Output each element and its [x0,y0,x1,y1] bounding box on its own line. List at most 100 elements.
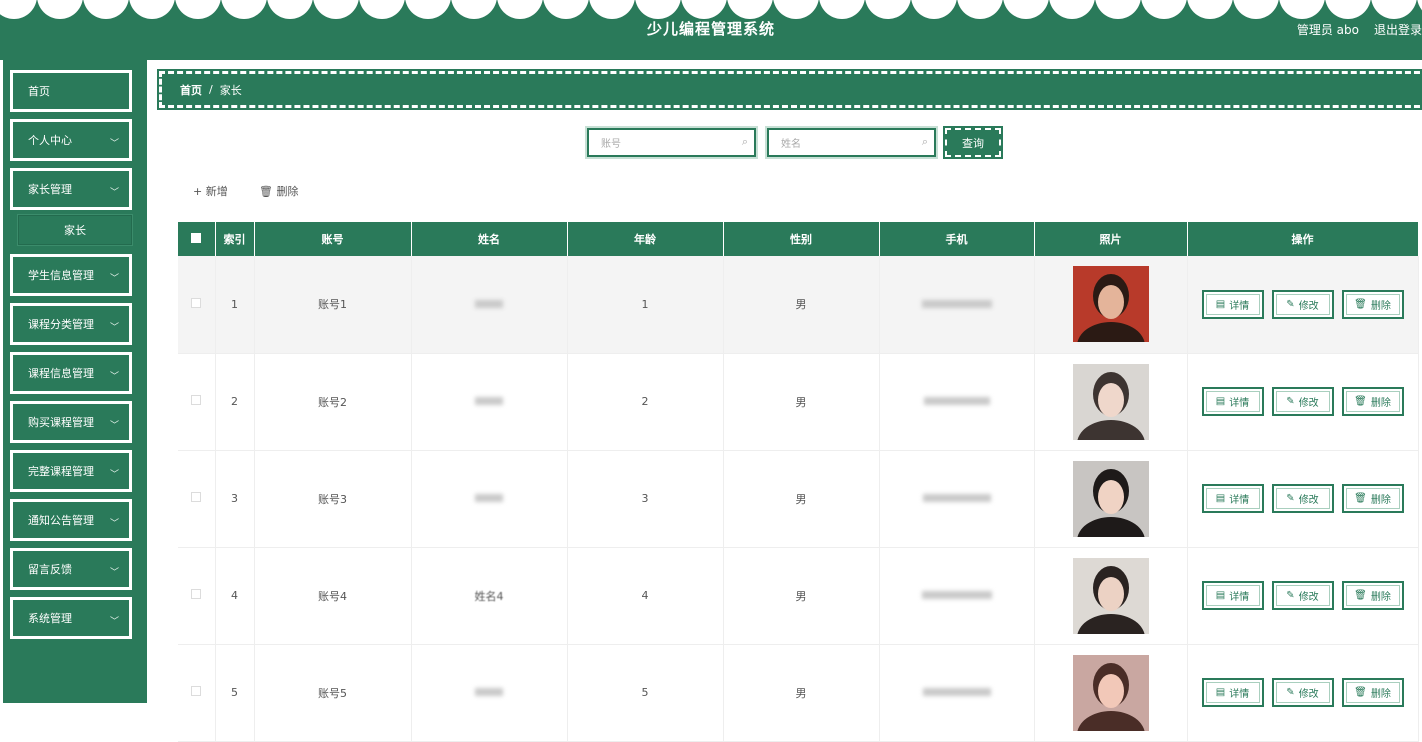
avatar-photo [1072,363,1149,440]
actions-cell: ▤ 详情 ✎ 修改 🗑 删除 [1187,353,1419,451]
redacted-phone [923,397,990,405]
name-cell: 姓名4 [411,547,568,645]
photo-cell [1034,450,1188,548]
row-checkbox[interactable] [191,395,202,405]
pencil-icon: ✎ [1286,493,1295,504]
name-cell [411,353,568,451]
account-cell: 账号1 [254,256,412,354]
redacted-phone [922,688,991,696]
sidebar-item-parent-management[interactable]: 家长管理 ﹀ [9,167,133,211]
query-button[interactable]: 查询 [943,126,1003,159]
row-checkbox[interactable] [191,686,202,696]
row-select-cell[interactable] [178,547,216,645]
delete-button[interactable]: 🗑 删除 [1341,484,1404,513]
delete-button[interactable]: 🗑 删除 [1341,289,1404,319]
redacted-phone [922,494,991,502]
chevron-down-icon: ﹀ [109,617,119,627]
column-header: 姓名 [411,222,568,256]
name-text: 姓名4 [474,589,504,603]
select-all-header[interactable] [178,222,216,256]
sidebar-item-course-info[interactable]: 课程信息管理 ﹀ [9,351,133,395]
edit-label: 修改 [1298,300,1319,312]
row-select-cell[interactable] [178,450,216,548]
trash-icon: 🗑 [1354,687,1367,698]
gender-cell: 男 [723,644,880,742]
redacted-name [475,494,503,502]
detail-button[interactable]: ▤ 详情 [1201,289,1264,319]
chevron-down-icon: ﹀ [109,323,119,333]
sidebar-item-personal-center[interactable]: 个人中心 ﹀ [9,118,133,162]
row-checkbox[interactable] [191,297,202,308]
sidebar-item-label: 首页 [28,85,50,98]
sidebar-item-complete-course[interactable]: 完整课程管理 ﹀ [9,449,133,493]
select-all-checkbox[interactable] [191,232,202,243]
index-cell: 1 [215,256,255,354]
delete-label: 删除 [1370,592,1391,603]
row-select-cell[interactable] [178,644,216,742]
sidebar-item-label: 完整课程管理 [28,465,94,478]
column-header: 性别 [723,222,880,256]
row-select-cell[interactable] [178,353,216,451]
gender-cell: 男 [723,353,880,451]
chevron-down-icon: ﹀ [109,274,119,284]
account-search-input[interactable]: 账号 ⌕ [585,126,758,159]
row-select-cell[interactable] [178,256,216,354]
name-search-input[interactable]: 姓名 ⌕ [765,126,938,159]
edit-button[interactable]: ✎ 修改 [1271,484,1334,513]
sidebar-item-course-category[interactable]: 课程分类管理 ﹀ [9,302,133,346]
sidebar-item-label: 通知公告管理 [28,514,94,527]
detail-button[interactable]: ▤ 详情 [1201,387,1264,416]
sidebar-item-purchase-course[interactable]: 购买课程管理 ﹀ [9,400,133,444]
chevron-down-icon: ﹀ [109,568,119,578]
edit-label: 修改 [1298,398,1319,409]
gender-cell: 男 [723,256,880,354]
account-search-placeholder: 账号 [601,139,621,150]
sidebar-item-system[interactable]: 系统管理 ﹀ [9,596,133,640]
name-search-placeholder: 姓名 [781,139,801,150]
account-cell: 账号4 [254,547,412,645]
trash-icon: 🗑 [1354,298,1367,310]
detail-button[interactable]: ▤ 详情 [1201,581,1264,610]
row-checkbox[interactable] [191,492,202,502]
column-header: 账号 [254,222,412,256]
breadcrumb: 首页 / 家长 [157,69,1422,110]
table-row: 2 账号2 2 男 ▤ 详情 ✎ 修改 🗑 删除 [178,353,1419,451]
batch-delete-label: 删除 [276,185,299,198]
add-button[interactable]: + 新增 [193,183,228,199]
delete-button[interactable]: 🗑 删除 [1341,581,1404,610]
detail-label: 详情 [1229,689,1250,700]
edit-label: 修改 [1298,592,1319,603]
column-header: 年龄 [567,222,724,256]
document-icon: ▤ [1215,396,1226,407]
trash-icon: 🗑 [1354,396,1367,407]
detail-label: 详情 [1229,398,1250,409]
sidebar-item-student-info[interactable]: 学生信息管理 ﹀ [9,253,133,297]
account-cell: 账号2 [254,353,412,451]
actions-cell: ▤ 详情 ✎ 修改 🗑 删除 [1187,644,1419,742]
detail-label: 详情 [1229,495,1250,506]
phone-cell [879,547,1035,645]
top-header: 少儿编程管理系统 管理员 abo 退出登录 [0,0,1422,60]
detail-button[interactable]: ▤ 详情 [1201,484,1264,513]
row-checkbox[interactable] [191,589,202,599]
sidebar-subitem-parent[interactable]: 家长 [17,214,133,246]
document-icon: ▤ [1215,687,1226,698]
edit-button[interactable]: ✎ 修改 [1271,581,1334,610]
table-row: 4 账号4 姓名4 4 男 ▤ 详情 ✎ 修改 🗑 删除 [178,547,1419,645]
sidebar-item-announcements[interactable]: 通知公告管理 ﹀ [9,498,133,542]
name-cell [411,450,568,548]
edit-button[interactable]: ✎ 修改 [1271,289,1334,319]
batch-delete-button[interactable]: 🗑 删除 [259,183,298,199]
sidebar-item-feedback[interactable]: 留言反馈 ﹀ [9,547,133,591]
delete-label: 删除 [1370,495,1391,506]
name-cell [411,256,568,354]
redacted-phone [921,299,992,308]
breadcrumb-home[interactable]: 首页 [180,82,202,98]
account-cell: 账号5 [254,644,412,742]
logout-link[interactable]: 退出登录 [1374,21,1422,38]
delete-button[interactable]: 🗑 删除 [1341,387,1404,416]
sidebar-item-home[interactable]: 首页 [9,69,133,113]
avatar-photo [1072,654,1149,731]
edit-button[interactable]: ✎ 修改 [1271,387,1334,416]
pencil-icon: ✎ [1286,590,1295,601]
